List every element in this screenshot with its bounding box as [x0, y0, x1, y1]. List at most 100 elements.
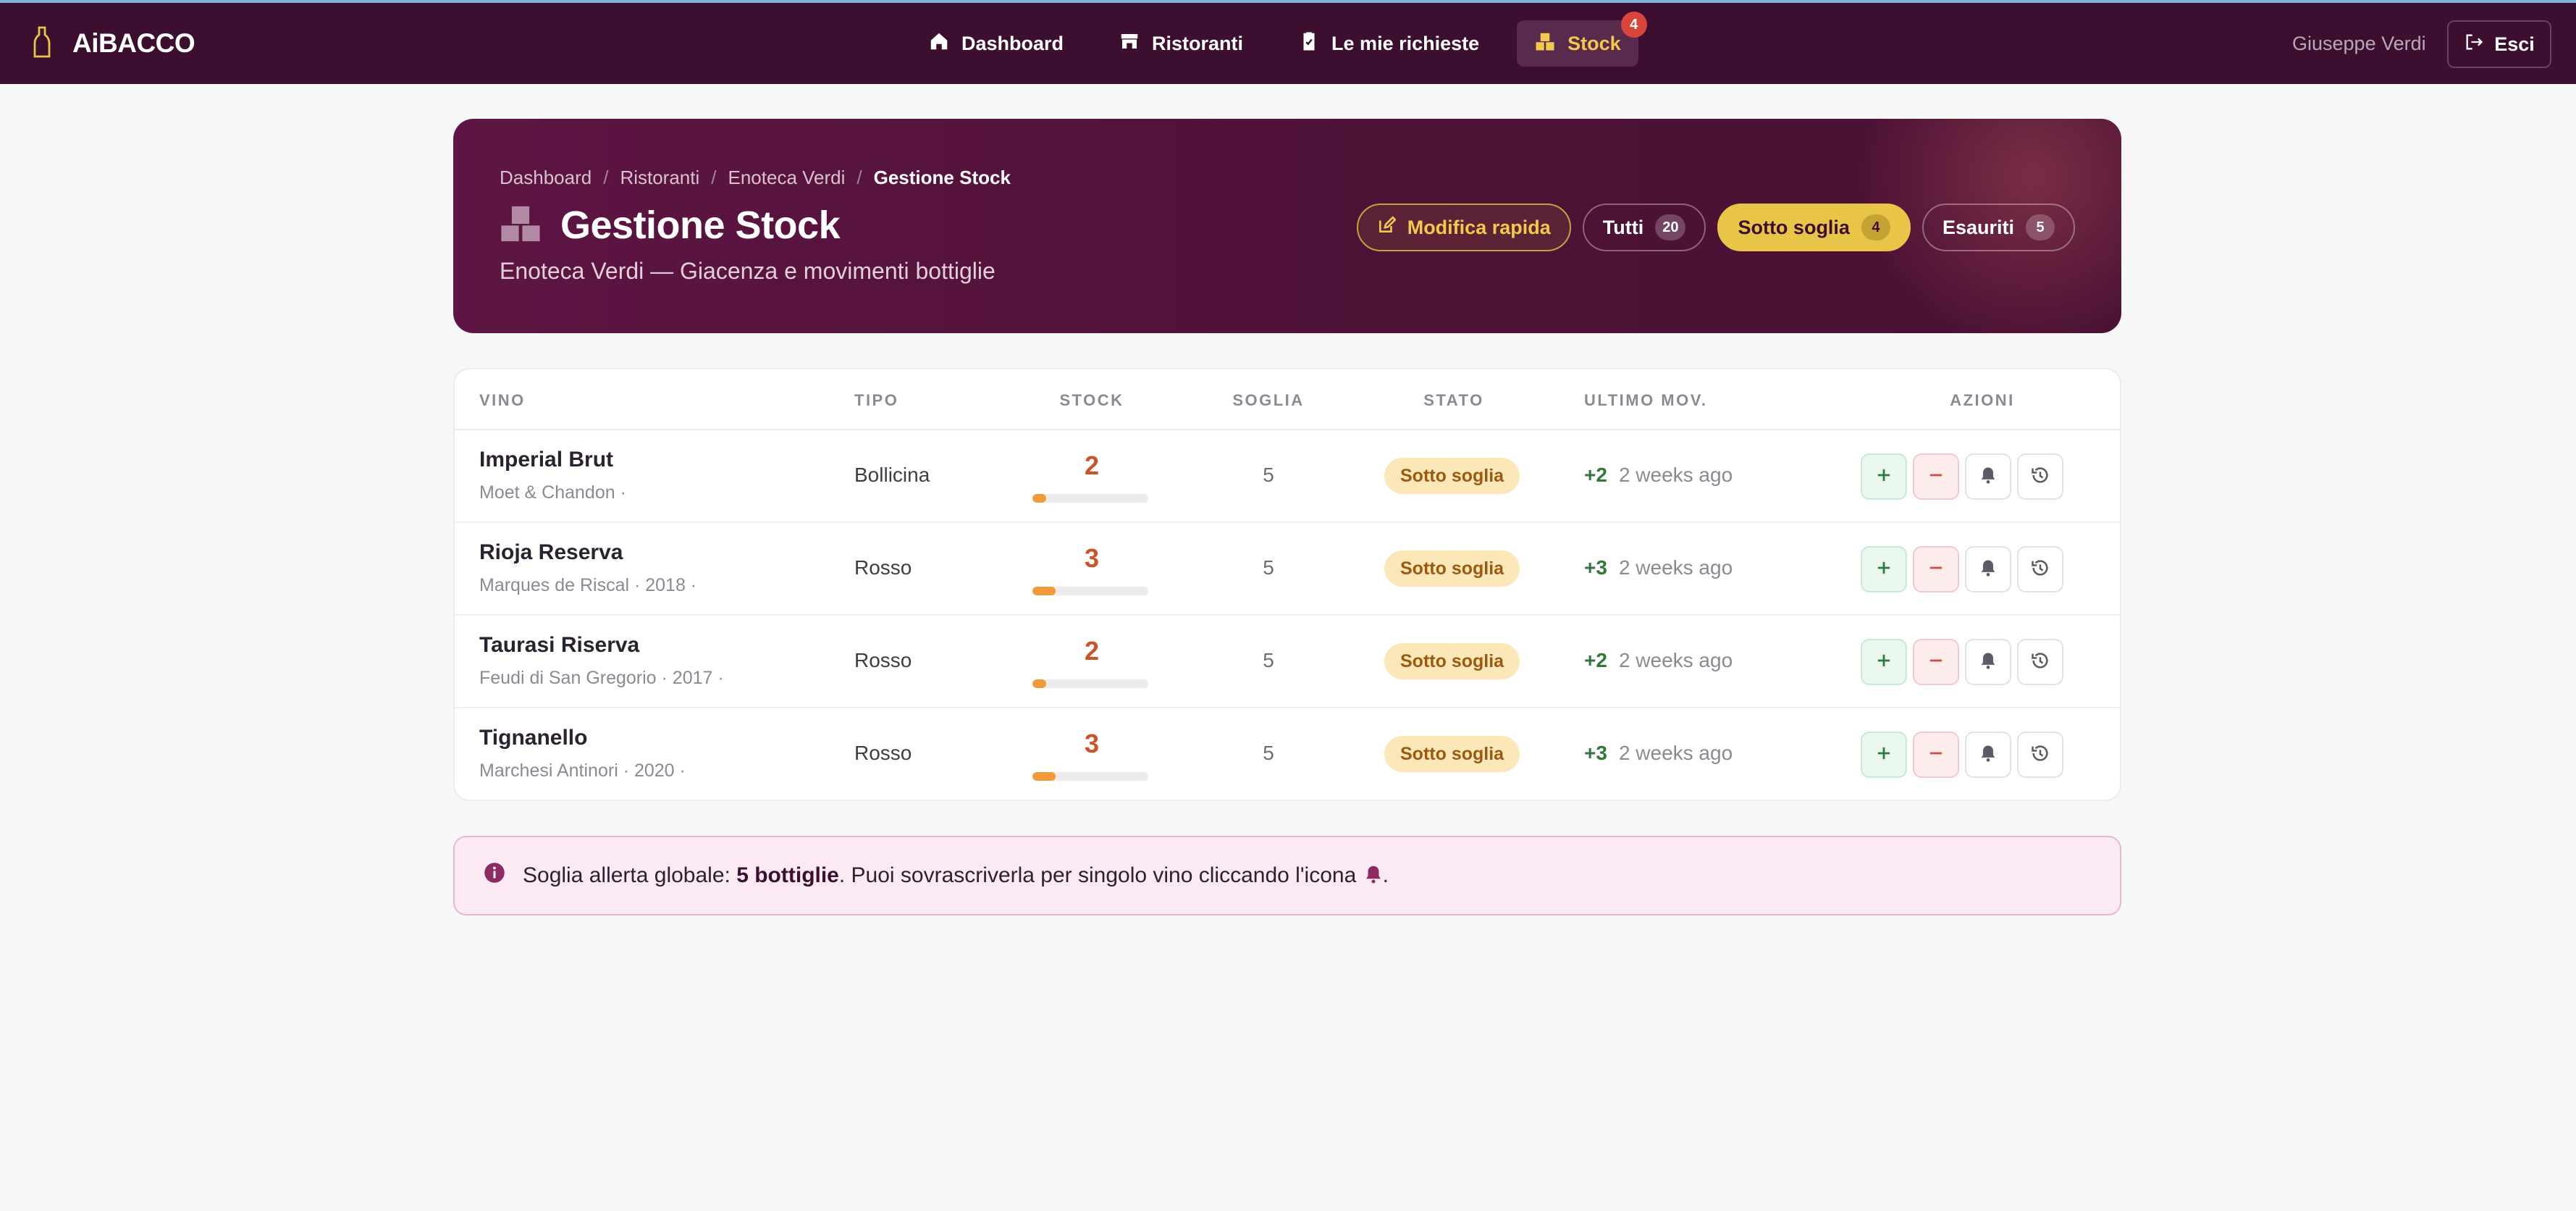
page-subtitle: Enoteca Verdi — Giacenza e movimenti bot… — [500, 258, 996, 284]
movement-time: 2 weeks ago — [1618, 649, 1733, 671]
wine-producer: Feudi di San Gregorio · 2017 · — [479, 668, 724, 688]
logout-button[interactable]: Esci — [2447, 20, 2551, 68]
history-icon — [2030, 743, 2050, 767]
set-alert-button[interactable] — [1965, 732, 2011, 778]
remove-stock-button[interactable] — [1913, 453, 1959, 500]
logout-icon — [2464, 32, 2484, 57]
filter-tutti[interactable]: Tutti 20 — [1582, 204, 1706, 251]
last-movement: +3 2 weeks ago — [1584, 742, 1733, 765]
minus-icon — [1926, 558, 1946, 582]
user-name: Giuseppe Verdi — [2292, 32, 2426, 54]
filter-esauriti[interactable]: Esauriti 5 — [1922, 204, 2075, 251]
notice-prefix: Soglia allerta globale: — [523, 863, 737, 887]
boxes-icon — [500, 204, 542, 247]
table-row: Imperial Brut Moet & Chandon · Bollicina… — [455, 430, 2120, 523]
column-header-tipo[interactable]: TIPO — [854, 391, 898, 410]
nav-le-mie-richieste[interactable]: Le mie richieste — [1281, 20, 1497, 67]
minus-icon — [1926, 743, 1946, 767]
nav-dashboard[interactable]: Dashboard — [911, 20, 1081, 67]
nav-label: Dashboard — [961, 32, 1064, 54]
nav-label: Le mie richieste — [1331, 32, 1480, 54]
notice-text: Soglia allerta globale: 5 bottiglie. Puo… — [523, 863, 1389, 888]
wine-producer: Marchesi Antinori · 2020 · — [479, 760, 686, 781]
stock-value: 2 — [1084, 451, 1100, 480]
notice-threshold: 5 bottiglie — [736, 863, 839, 887]
history-button[interactable] — [2017, 639, 2063, 685]
stock-value: 3 — [1084, 543, 1100, 573]
column-header-azioni: AZIONI — [1950, 391, 2015, 409]
history-icon — [2030, 465, 2050, 489]
wine-name[interactable]: Rioja Reserva — [479, 540, 623, 565]
filter-label: Esauriti — [1942, 216, 2014, 238]
movement-time: 2 weeks ago — [1618, 742, 1733, 764]
stock-value: 2 — [1084, 636, 1100, 666]
last-movement: +2 2 weeks ago — [1584, 649, 1733, 672]
add-stock-button[interactable] — [1861, 639, 1907, 685]
table-row: Rioja Reserva Marques de Riscal · 2018 ·… — [455, 523, 2120, 616]
stock-alert-badge: 4 — [1620, 12, 1647, 38]
page-title-text: Gestione Stock — [560, 204, 841, 247]
movement-delta: +2 — [1584, 649, 1607, 671]
column-header-stato[interactable]: STATO — [1410, 391, 1497, 410]
add-stock-button[interactable] — [1861, 732, 1907, 778]
row-actions — [1861, 453, 2063, 500]
wine-name[interactable]: Tignanello — [479, 726, 587, 750]
column-header-stock[interactable]: STOCK — [1056, 391, 1128, 410]
remove-stock-button[interactable] — [1913, 639, 1959, 685]
column-header-ultimo-mov[interactable]: ULTIMO MOV. — [1584, 391, 1708, 410]
remove-stock-button[interactable] — [1913, 732, 1959, 778]
minus-icon — [1926, 465, 1946, 489]
top-navbar: AiBACCO Dashboard Ristoranti Le mie rich… — [0, 0, 2576, 84]
nav-ristoranti[interactable]: Ristoranti — [1101, 20, 1260, 67]
bell-icon — [1978, 465, 1998, 489]
breadcrumb-ristoranti[interactable]: Ristoranti — [620, 167, 699, 189]
brand[interactable]: AiBACCO — [32, 3, 195, 84]
stock-level-bar — [1032, 494, 1148, 503]
table-row: Tignanello Marchesi Antinori · 2020 · Ro… — [455, 708, 2120, 800]
breadcrumb-dashboard[interactable]: Dashboard — [500, 167, 592, 189]
row-actions — [1861, 546, 2063, 592]
bell-icon — [1978, 743, 1998, 767]
set-alert-button[interactable] — [1965, 546, 2011, 592]
wine-name[interactable]: Imperial Brut — [479, 448, 613, 472]
plus-icon — [1874, 465, 1894, 489]
home-icon — [928, 30, 950, 57]
add-stock-button[interactable] — [1861, 453, 1907, 500]
set-alert-button[interactable] — [1965, 639, 2011, 685]
history-button[interactable] — [2017, 546, 2063, 592]
wine-type: Rosso — [854, 649, 912, 671]
bell-icon — [1978, 650, 1998, 674]
wine-name[interactable]: Taurasi Riserva — [479, 633, 639, 658]
global-threshold-notice: Soglia allerta globale: 5 bottiglie. Puo… — [453, 836, 2121, 915]
clipboard-check-icon — [1298, 30, 1320, 57]
table-header: VINO TIPO STOCK SOGLIA STATO ULTIMO MOV.… — [455, 369, 2120, 430]
remove-stock-button[interactable] — [1913, 546, 1959, 592]
column-header-vino[interactable]: VINO — [479, 391, 526, 410]
store-icon — [1119, 30, 1140, 57]
movement-delta: +3 — [1584, 742, 1607, 764]
add-stock-button[interactable] — [1861, 546, 1907, 592]
threshold-value: 5 — [1263, 556, 1274, 579]
last-movement: +2 2 weeks ago — [1584, 464, 1733, 487]
last-movement: +3 2 weeks ago — [1584, 556, 1733, 579]
logout-label: Esci — [2494, 33, 2535, 55]
movement-delta: +2 — [1584, 464, 1607, 486]
breadcrumb-enoteca-verdi[interactable]: Enoteca Verdi — [728, 167, 846, 189]
notice-suffix: . Puoi sovrascriverla per singolo vino c… — [838, 863, 1357, 887]
wine-type: Rosso — [854, 556, 912, 579]
movement-time: 2 weeks ago — [1618, 464, 1733, 486]
history-button[interactable] — [2017, 453, 2063, 500]
plus-icon — [1874, 743, 1894, 767]
history-button[interactable] — [2017, 732, 2063, 778]
quick-edit-button[interactable]: Modifica rapida — [1356, 204, 1571, 251]
filter-sotto-soglia[interactable]: Sotto soglia 4 — [1717, 204, 1911, 251]
info-icon — [484, 862, 505, 889]
wine-producer: Marques de Riscal · 2018 · — [479, 575, 697, 595]
column-header-soglia[interactable]: SOGLIA — [1226, 391, 1310, 410]
stock-filters: Modifica rapida Tutti 20 Sotto soglia 4 … — [1356, 204, 2075, 251]
status-badge: Sotto soglia — [1384, 736, 1520, 772]
set-alert-button[interactable] — [1965, 453, 2011, 500]
quick-edit-label: Modifica rapida — [1407, 216, 1551, 238]
nav-stock[interactable]: Stock 4 — [1517, 12, 1647, 67]
stock-table: VINO TIPO STOCK SOGLIA STATO ULTIMO MOV.… — [453, 368, 2121, 801]
